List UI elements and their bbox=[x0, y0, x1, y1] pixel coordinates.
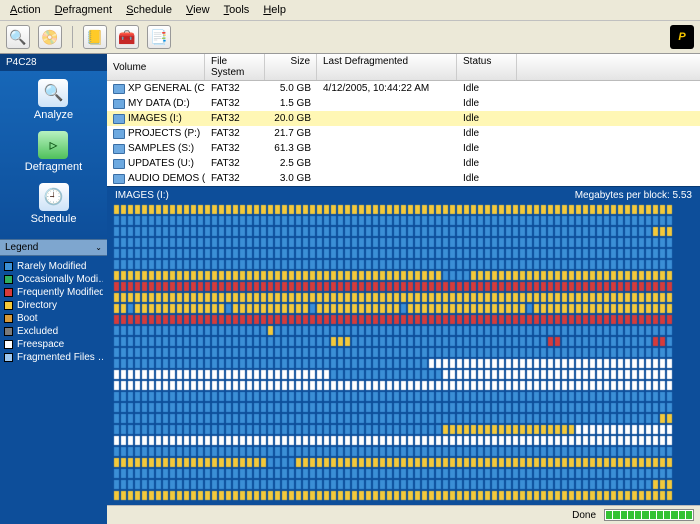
toolbar: 🔍 📀 📒 🧰 📑 P bbox=[0, 21, 700, 54]
analyze-icon: 🔍 bbox=[38, 79, 68, 107]
legend-swatch bbox=[4, 327, 13, 336]
legend-item[interactable]: Boot bbox=[4, 312, 103, 325]
menu-defragment[interactable]: Defragment bbox=[49, 2, 118, 18]
app-window: Action Defragment Schedule View Tools He… bbox=[0, 0, 700, 524]
volume-list: XP GENERAL (C:)FAT325.0 GB4/12/2005, 10:… bbox=[107, 81, 700, 186]
legend-item[interactable]: Freespace bbox=[4, 338, 103, 351]
menu-help[interactable]: Help bbox=[257, 2, 292, 18]
toolbar-settings-icon[interactable]: 📑 bbox=[147, 25, 171, 49]
legend-swatch bbox=[4, 288, 13, 297]
legend-header[interactable]: Legend ⌄ bbox=[0, 239, 107, 256]
sidebar-schedule[interactable]: 🕘 Schedule bbox=[31, 183, 77, 225]
col-last-defragmented[interactable]: Last Defragmented bbox=[317, 54, 457, 80]
sidebar: P4C28 🔍 Analyze ▹ Defragment 🕘 Schedule … bbox=[0, 54, 107, 524]
col-filesystem[interactable]: File System bbox=[205, 54, 265, 80]
legend-item[interactable]: Occasionally Modi… bbox=[4, 273, 103, 286]
legend-swatch bbox=[4, 301, 13, 310]
menubar: Action Defragment Schedule View Tools He… bbox=[0, 0, 700, 21]
legend-label: Rarely Modified bbox=[17, 261, 86, 272]
col-status[interactable]: Status bbox=[457, 54, 517, 80]
status-label: Done bbox=[572, 510, 596, 521]
volume-list-header: Volume File System Size Last Defragmente… bbox=[107, 54, 700, 81]
legend-swatch bbox=[4, 262, 13, 271]
sidebar-actions: 🔍 Analyze ▹ Defragment 🕘 Schedule bbox=[0, 71, 107, 239]
drive-icon bbox=[113, 114, 125, 124]
sidebar-analyze[interactable]: 🔍 Analyze bbox=[34, 79, 73, 121]
toolbar-analyze-icon[interactable]: 🔍 bbox=[6, 25, 30, 49]
drive-icon bbox=[113, 129, 125, 139]
app-logo-icon: P bbox=[670, 25, 694, 49]
computer-name: P4C28 bbox=[0, 54, 107, 71]
menu-schedule[interactable]: Schedule bbox=[120, 2, 178, 18]
menu-tools[interactable]: Tools bbox=[218, 2, 256, 18]
legend-label: Fragmented Files … bbox=[17, 352, 103, 363]
legend-swatch bbox=[4, 353, 13, 362]
map-volume-title: IMAGES (I:) bbox=[115, 190, 169, 201]
cluster-map-canvas bbox=[113, 204, 694, 501]
legend-swatch bbox=[4, 314, 13, 323]
toolbar-defragment-icon[interactable]: 📀 bbox=[38, 25, 62, 49]
sidebar-item-label: Defragment bbox=[25, 161, 82, 173]
legend-label: Excluded bbox=[17, 326, 58, 337]
volume-row[interactable]: PROJECTS (P:)FAT3221.7 GBIdle bbox=[107, 126, 700, 141]
legend-label: Occasionally Modi… bbox=[17, 274, 103, 285]
cluster-map: IMAGES (I:) Megabytes per block: 5.53 bbox=[107, 186, 700, 505]
sidebar-defragment[interactable]: ▹ Defragment bbox=[25, 131, 82, 173]
volume-row[interactable]: AUDIO DEMOS (W:)FAT323.0 GBIdle bbox=[107, 171, 700, 186]
map-block-info: Megabytes per block: 5.53 bbox=[575, 190, 692, 201]
menu-view[interactable]: View bbox=[180, 2, 216, 18]
legend-label: Boot bbox=[17, 313, 38, 324]
status-bar: Done bbox=[107, 505, 700, 524]
drive-icon bbox=[113, 159, 125, 169]
volume-row[interactable]: MY DATA (D:)FAT321.5 GBIdle bbox=[107, 96, 700, 111]
col-volume[interactable]: Volume bbox=[107, 54, 205, 80]
legend-swatch bbox=[4, 340, 13, 349]
toolbar-schedule-icon[interactable]: 📒 bbox=[83, 25, 107, 49]
drive-icon bbox=[113, 144, 125, 154]
drive-icon bbox=[113, 174, 125, 184]
volume-row[interactable]: SAMPLES (S:)FAT3261.3 GBIdle bbox=[107, 141, 700, 156]
toolbar-properties-icon[interactable]: 🧰 bbox=[115, 25, 139, 49]
legend-label: Freespace bbox=[17, 339, 64, 350]
sidebar-item-label: Schedule bbox=[31, 213, 77, 225]
legend-item[interactable]: Excluded bbox=[4, 325, 103, 338]
volume-row[interactable]: XP GENERAL (C:)FAT325.0 GB4/12/2005, 10:… bbox=[107, 81, 700, 96]
legend-item[interactable]: Rarely Modified bbox=[4, 260, 103, 273]
volume-row[interactable]: UPDATES (U:)FAT322.5 GBIdle bbox=[107, 156, 700, 171]
drive-icon bbox=[113, 99, 125, 109]
sidebar-item-label: Analyze bbox=[34, 109, 73, 121]
drive-icon bbox=[113, 84, 125, 94]
legend-item[interactable]: Directory bbox=[4, 299, 103, 312]
legend-item[interactable]: Frequently Modified bbox=[4, 286, 103, 299]
toolbar-separator bbox=[72, 26, 73, 48]
legend-panel: Rarely Modified Occasionally Modi… Frequen… bbox=[0, 256, 107, 524]
defragment-icon: ▹ bbox=[38, 131, 68, 159]
main-area: Volume File System Size Last Defragmente… bbox=[107, 54, 700, 524]
progress-bar bbox=[604, 509, 694, 521]
volume-row[interactable]: IMAGES (I:)FAT3220.0 GBIdle bbox=[107, 111, 700, 126]
legend-swatch bbox=[4, 275, 13, 284]
legend-item[interactable]: Fragmented Files … bbox=[4, 351, 103, 364]
col-size[interactable]: Size bbox=[265, 54, 317, 80]
legend-label: Frequently Modified bbox=[17, 287, 103, 298]
menu-action[interactable]: Action bbox=[4, 2, 47, 18]
chevron-down-icon: ⌄ bbox=[95, 243, 102, 252]
schedule-icon: 🕘 bbox=[39, 183, 69, 211]
legend-label: Directory bbox=[17, 300, 57, 311]
